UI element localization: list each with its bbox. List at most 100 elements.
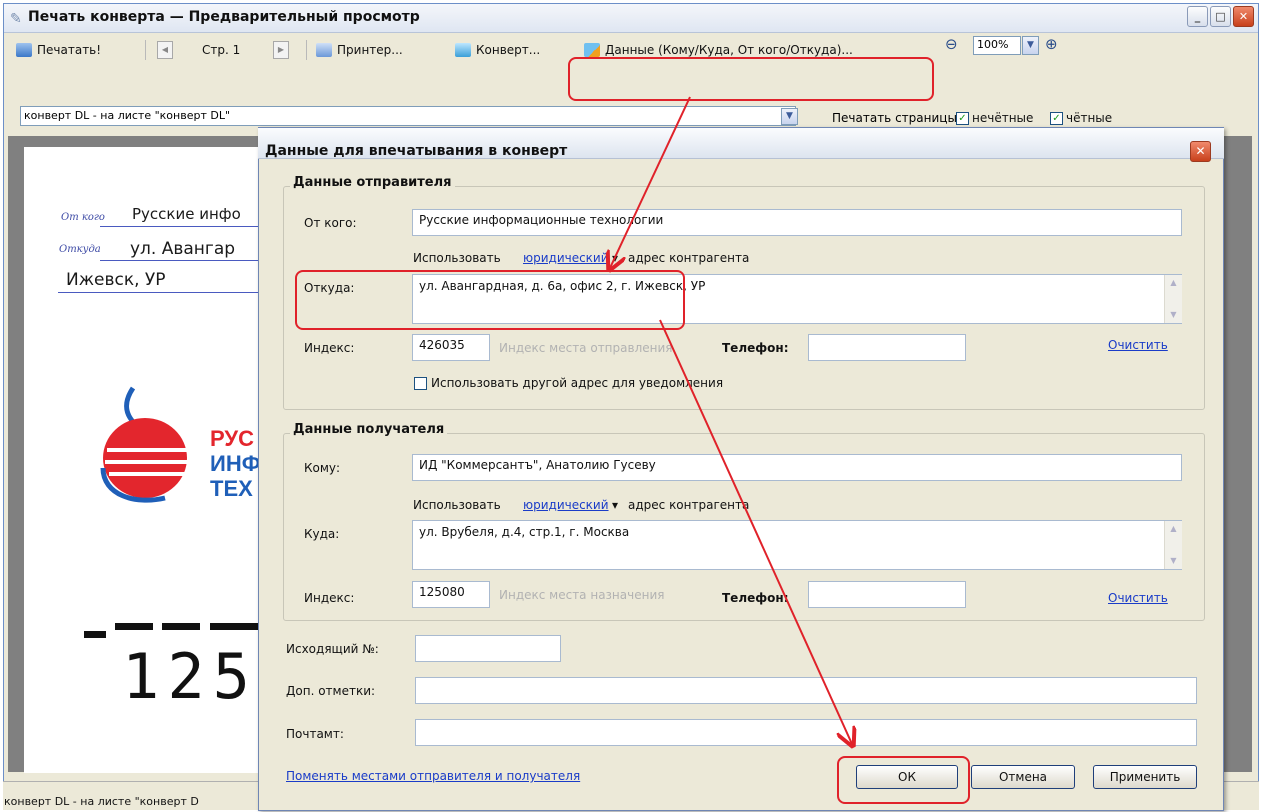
phone-input[interactable] — [808, 581, 966, 608]
scroll-up-icon[interactable]: ▲ — [1165, 521, 1182, 537]
where-textarea[interactable]: ул. Авангардная, д. 6а, офис 2, г. Ижевс… — [412, 274, 1182, 324]
from-preview-text: Русские инфо — [132, 205, 241, 223]
other-address-checkbox[interactable] — [414, 377, 427, 390]
prev-page-icon: ◀ — [157, 41, 173, 59]
where-preview-text: ул. Авангар — [130, 239, 236, 259]
to-label: Кому: — [304, 461, 341, 475]
index-input[interactable]: 125080 — [412, 581, 490, 608]
scroll-up-icon[interactable]: ▲ — [1165, 275, 1182, 291]
close-icon[interactable]: ✕ — [1233, 6, 1254, 27]
where-label: Откуда: — [304, 281, 355, 295]
phone-label: Телефон: — [722, 341, 789, 355]
print-button[interactable]: Печатать! — [16, 40, 101, 60]
clear-sender-link[interactable]: Очистить — [1108, 338, 1168, 352]
address-line — [58, 292, 258, 293]
zip-code-mark — [210, 623, 258, 630]
odd-pages-checkbox[interactable]: ✓ — [956, 112, 969, 125]
zoom-in-icon[interactable]: ⊕ — [1045, 35, 1058, 53]
from-label: От кого: — [304, 216, 357, 230]
even-pages-label: чётные — [1066, 111, 1113, 125]
printer-label: Принтер... — [337, 43, 403, 57]
post-office-input[interactable] — [415, 719, 1197, 746]
ok-button[interactable]: ОК — [856, 765, 958, 789]
city-preview-text: Ижевск, УР — [66, 270, 166, 290]
next-page-button[interactable]: ▶ — [273, 40, 289, 60]
other-address-label: Использовать другой адрес для уведомлени… — [431, 376, 724, 390]
zoom-select[interactable]: 100% — [973, 36, 1021, 55]
additional-marks-input[interactable] — [415, 677, 1197, 704]
data-edit-icon — [584, 43, 600, 57]
clear-recipient-link[interactable]: Очистить — [1108, 591, 1168, 605]
data-button[interactable]: Данные (Кому/Куда, От кого/Откуда)... — [584, 40, 853, 60]
index-label: Индекс: — [304, 341, 355, 355]
prev-page-button[interactable]: ◀ — [157, 40, 173, 60]
printer-button[interactable]: Принтер... — [316, 40, 403, 60]
sender-group-title: Данные отправителя — [290, 175, 455, 190]
envelope-icon — [455, 43, 471, 57]
envelope-label: Конверт... — [476, 43, 541, 57]
use-address-suffix: адрес контрагента — [628, 498, 750, 512]
address-line — [100, 226, 258, 227]
dropdown-icon[interactable]: ▾ — [612, 251, 618, 265]
next-page-icon: ▶ — [273, 41, 289, 59]
logo-text-line: ТЕХ — [210, 476, 253, 501]
close-icon[interactable]: ✕ — [1190, 141, 1211, 162]
swap-link[interactable]: Поменять местами отправителя и получател… — [286, 769, 580, 783]
use-address-prefix: Использовать — [413, 251, 501, 265]
to-input[interactable]: ИД "Коммерсантъ", Анатолию Гусеву — [412, 454, 1182, 481]
dropdown-icon[interactable]: ▾ — [612, 498, 618, 512]
address-line — [100, 260, 258, 261]
logo-text-line: РУС — [210, 426, 254, 451]
toolbar-separator — [306, 40, 307, 60]
dropdown-icon[interactable]: ▼ — [1022, 36, 1039, 55]
zip-code-mark — [115, 623, 153, 630]
use-address-suffix: адрес контрагента — [628, 251, 750, 265]
envelope-button[interactable]: Конверт... — [455, 40, 540, 60]
odd-pages-label: нечётные — [972, 111, 1034, 125]
apply-button[interactable]: Применить — [1093, 765, 1197, 789]
status-text: конверт DL - на листе "конверт D — [4, 795, 199, 808]
phone-input[interactable] — [808, 334, 966, 361]
data-label: Данные (Кому/Куда, От кого/Откуда)... — [605, 43, 853, 57]
envelope-select[interactable]: конверт DL - на листе "конверт DL" — [20, 106, 796, 126]
zip-code-mark — [162, 623, 200, 630]
additional-marks-label: Доп. отметки: — [286, 684, 376, 698]
page-number: Стр. 1 — [202, 43, 241, 57]
pages-label: Печатать страницы: — [832, 111, 961, 125]
zip-code-digits: 125 — [122, 640, 258, 713]
index-input[interactable]: 426035 — [412, 334, 490, 361]
toolbar-separator — [145, 40, 146, 60]
printer-icon — [316, 43, 332, 57]
from-input[interactable]: Русские информационные технологии — [412, 209, 1182, 236]
print-icon — [16, 43, 32, 57]
from-caption: От кого — [61, 212, 105, 223]
print-label: Печатать! — [37, 43, 102, 57]
title-bar: ✎ Печать конверта — Предварительный прос… — [4, 4, 1258, 33]
recipient-group-title: Данные получателя — [290, 422, 448, 437]
index-placeholder: Индекс места отправления — [499, 341, 673, 355]
scrollbar[interactable]: ▲ ▼ — [1164, 275, 1182, 323]
scroll-down-icon[interactable]: ▼ — [1165, 553, 1182, 569]
zoom-out-icon[interactable]: ⊖ — [945, 35, 958, 53]
minimize-icon[interactable]: _ — [1187, 6, 1208, 27]
outgoing-number-input[interactable] — [415, 635, 561, 662]
zip-code-mark — [84, 631, 106, 638]
post-office-label: Почтамт: — [286, 727, 344, 741]
where-caption: Откуда — [59, 244, 101, 255]
app-icon: ✎ — [10, 11, 22, 27]
dropdown-icon[interactable]: ▼ — [781, 108, 798, 125]
address-type-link[interactable]: юридический — [523, 251, 609, 265]
maximize-icon[interactable]: □ — [1210, 6, 1231, 27]
scrollbar[interactable]: ▲ ▼ — [1164, 521, 1182, 569]
window-title: Печать конверта — Предварительный просмо… — [28, 9, 420, 25]
cancel-button[interactable]: Отмена — [971, 765, 1075, 789]
where-to-textarea[interactable]: ул. Врубеля, д.4, стр.1, г. Москва — [412, 520, 1182, 570]
even-pages-checkbox[interactable]: ✓ — [1050, 112, 1063, 125]
outgoing-number-label: Исходящий №: — [286, 642, 379, 656]
index-placeholder: Индекс места назначения — [499, 588, 665, 602]
logo-text-line: ИНФ — [210, 451, 261, 476]
index-label: Индекс: — [304, 591, 355, 605]
dialog-title: Данные для впечатывания в конверт — [265, 143, 568, 159]
address-type-link[interactable]: юридический — [523, 498, 609, 512]
scroll-down-icon[interactable]: ▼ — [1165, 307, 1182, 323]
